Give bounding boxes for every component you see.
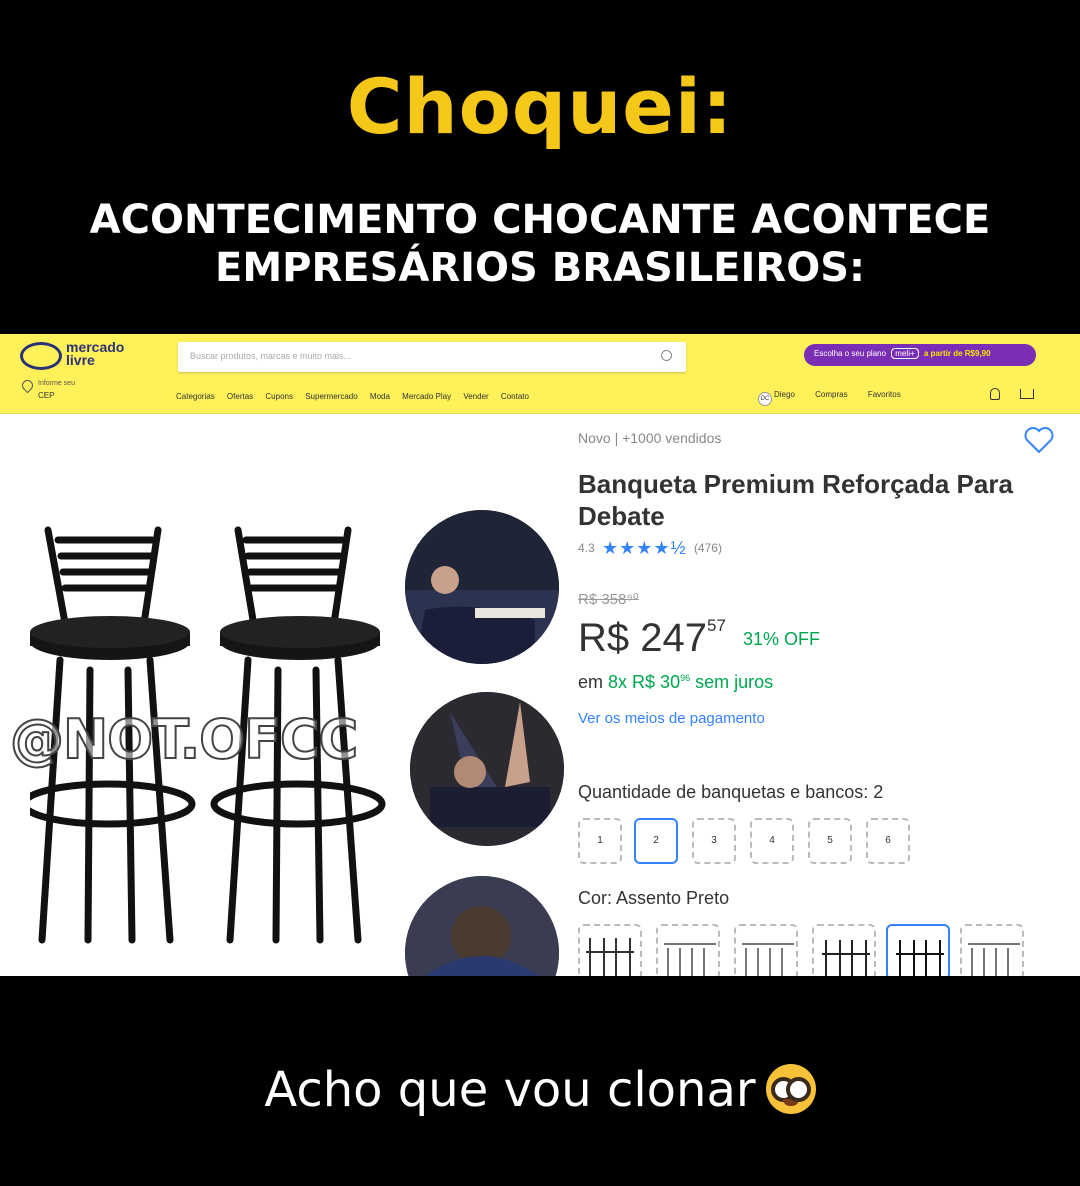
quantity-option-2[interactable]: 2 bbox=[634, 818, 678, 864]
stool-thumb-icon bbox=[896, 940, 944, 976]
location-pin-icon bbox=[19, 377, 36, 394]
nav-item-vender[interactable]: Vender bbox=[463, 392, 488, 401]
cep-value: CEP bbox=[38, 391, 55, 400]
current-price: R$ 24757 31% OFF bbox=[578, 616, 820, 661]
color-swatch[interactable] bbox=[960, 924, 1024, 976]
nav-item-favoritos[interactable]: Favoritos bbox=[868, 390, 901, 399]
user-account[interactable]: DC Diego bbox=[758, 390, 795, 406]
stool-thumb-icon bbox=[742, 943, 794, 976]
user-name: Diego bbox=[774, 390, 795, 399]
installments-prefix: em bbox=[578, 672, 604, 692]
product-title: Banqueta Premium Reforçada Para Debate bbox=[578, 469, 1013, 531]
quantity-option-3[interactable]: 3 bbox=[692, 818, 736, 864]
promo-price: a partir de R$9,90 bbox=[923, 349, 991, 358]
thumbnail-2[interactable] bbox=[410, 692, 564, 846]
meme-subtitle: ACONTECIMENTO CHOCANTE ACONTECE EMPRESÁR… bbox=[89, 197, 991, 291]
color-swatch[interactable] bbox=[734, 924, 798, 976]
payment-methods-link[interactable]: Ver os meios de pagamento bbox=[578, 710, 765, 727]
original-price: R$ 358⁹⁰ bbox=[578, 591, 639, 608]
installments-suffix: sem juros bbox=[695, 672, 774, 692]
watermark: @NOT.OFCC bbox=[9, 707, 359, 772]
thumbnail-image bbox=[410, 692, 564, 846]
nav-item-cupons[interactable]: Cupons bbox=[265, 392, 293, 401]
thumbnail-1[interactable] bbox=[405, 510, 559, 664]
promo-text: Escolha o seu plano bbox=[814, 349, 887, 358]
nav-menu: Categorias Ofertas Cupons Supermercado M… bbox=[176, 392, 539, 401]
bell-icon[interactable] bbox=[990, 388, 1000, 400]
installments: em 8x R$ 3096 sem juros bbox=[578, 672, 773, 693]
installments-cents: 96 bbox=[680, 673, 691, 683]
nav-item-contato[interactable]: Contato bbox=[501, 392, 529, 401]
thumbnail-3[interactable] bbox=[405, 876, 559, 976]
quantity-label: Quantidade de banquetas e bancos: 2 bbox=[578, 782, 884, 802]
subscription-promo-banner[interactable]: Escolha o seu plano meli+ a partir de R$… bbox=[804, 344, 1036, 366]
user-menu: DC Diego Compras Favoritos bbox=[758, 390, 919, 406]
quantity-option-1[interactable]: 1 bbox=[578, 818, 622, 864]
color-swatch-selected[interactable] bbox=[886, 924, 950, 976]
store-logo[interactable]: mercado livre bbox=[20, 340, 140, 374]
nav-item-supermercado[interactable]: Supermercado bbox=[305, 392, 357, 401]
thumbnail-image bbox=[405, 510, 559, 664]
stool-thumb-icon bbox=[968, 943, 1020, 976]
color-label: Cor: Assento Preto bbox=[578, 888, 730, 908]
thumbnail-image bbox=[405, 876, 559, 976]
search-input[interactable]: Buscar produtos, marcas e muito mais... bbox=[178, 342, 686, 372]
footer-text: Acho que vou clonar bbox=[264, 1062, 756, 1118]
stool-thumb-icon bbox=[586, 938, 634, 976]
meme-title: Choquei: bbox=[346, 62, 734, 151]
color-swatch[interactable] bbox=[812, 924, 876, 976]
search-placeholder: Buscar produtos, marcas e muito mais... bbox=[190, 351, 352, 361]
product-rating[interactable]: 4.3 ★★★★½ (476) bbox=[578, 538, 722, 559]
handshake-logo-icon bbox=[20, 342, 62, 370]
rating-value: 4.3 bbox=[578, 541, 595, 555]
quantity-option-4[interactable]: 4 bbox=[750, 818, 794, 864]
heart-icon[interactable] bbox=[1024, 426, 1054, 454]
stool-thumb-icon bbox=[664, 943, 716, 976]
cart-icon[interactable] bbox=[1020, 389, 1034, 399]
color-swatch[interactable] bbox=[656, 924, 720, 976]
color-swatch[interactable] bbox=[578, 924, 642, 976]
avatar: DC bbox=[758, 392, 772, 406]
star-rating-icon: ★★★★½ bbox=[602, 538, 687, 558]
nerd-face-icon bbox=[765, 1064, 816, 1114]
logo-text-line2: livre bbox=[66, 352, 95, 368]
quantity-option-5[interactable]: 5 bbox=[808, 818, 852, 864]
cep-label: Informe seu bbox=[38, 380, 75, 387]
price-main: R$ 247 bbox=[578, 616, 707, 660]
installments-value: 8x R$ 30 bbox=[608, 672, 681, 692]
promo-badge: meli+ bbox=[891, 348, 919, 359]
product-condition: Novo | +1000 vendidos bbox=[578, 430, 722, 446]
stool-thumb-icon bbox=[822, 940, 870, 976]
nav-item-compras[interactable]: Compras bbox=[815, 390, 847, 399]
search-icon[interactable] bbox=[661, 350, 672, 361]
store-screenshot: mercado livre Buscar produtos, marcas e … bbox=[0, 334, 1080, 976]
discount-badge: 31% OFF bbox=[743, 629, 821, 649]
price-cents: 57 bbox=[706, 616, 726, 635]
nav-item-ofertas[interactable]: Ofertas bbox=[227, 392, 253, 401]
quantity-option-6[interactable]: 6 bbox=[866, 818, 910, 864]
nav-item-mercado-play[interactable]: Mercado Play bbox=[402, 392, 451, 401]
meme-footer: Acho que vou clonar bbox=[0, 1062, 1080, 1118]
nav-item-categorias[interactable]: Categorias bbox=[176, 392, 215, 401]
store-header: mercado livre Buscar produtos, marcas e … bbox=[0, 334, 1080, 414]
rating-count: (476) bbox=[693, 541, 722, 555]
cep-selector[interactable]: Informe seu CEP bbox=[19, 377, 122, 406]
nav-item-moda[interactable]: Moda bbox=[370, 392, 390, 401]
